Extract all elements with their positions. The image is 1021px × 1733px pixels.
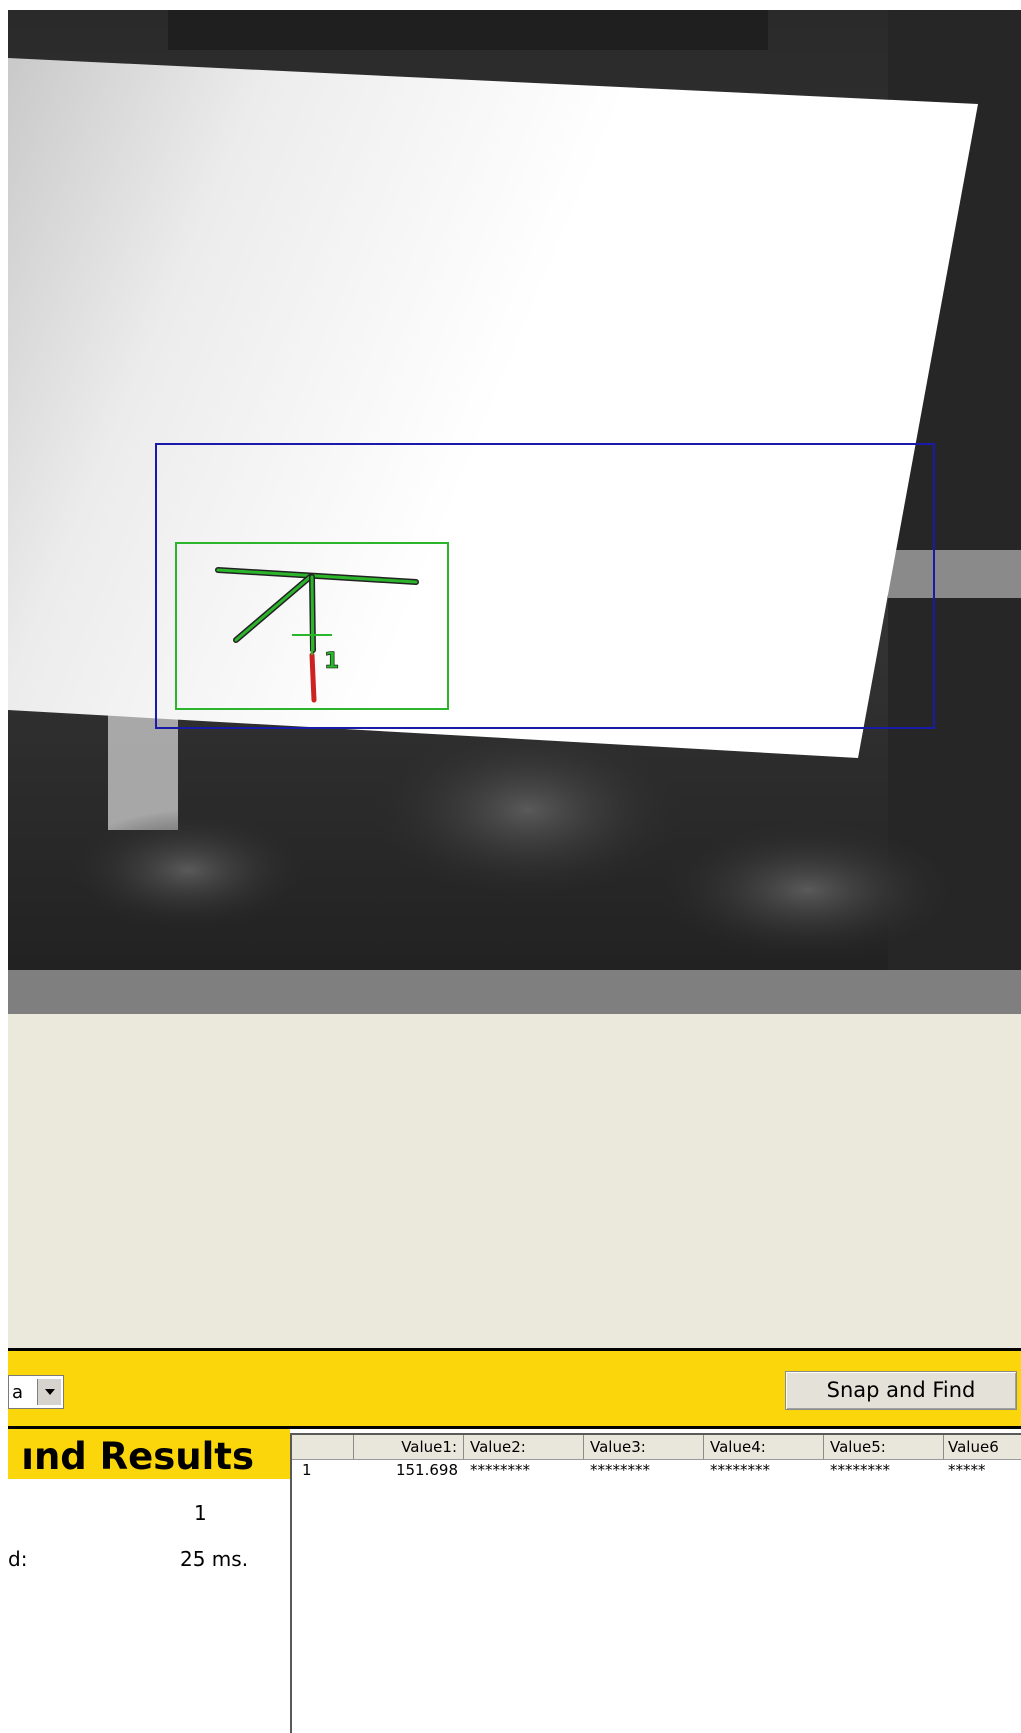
time-value: 25 ms. bbox=[180, 1547, 249, 1571]
results-title-bar: ınd Results bbox=[8, 1429, 290, 1479]
results-grid[interactable]: Value1: Value2: Value3: Value4: Value5: … bbox=[290, 1433, 1021, 1733]
camera-image-pane[interactable]: 1 bbox=[8, 10, 1021, 970]
grid-header: Value1: Value2: Value3: Value4: Value5: … bbox=[292, 1435, 1021, 1460]
background-blur-1 bbox=[68, 810, 308, 930]
grid-header-value2[interactable]: Value2: bbox=[464, 1435, 584, 1459]
grid-cell-value5: ******** bbox=[830, 1461, 890, 1479]
results-panel: ınd Results 1 d: 25 ms. bbox=[8, 1429, 290, 1733]
background-rod bbox=[888, 550, 1021, 598]
grid-cell-value3: ******** bbox=[590, 1461, 650, 1479]
grid-cell-value1: 151.698 bbox=[395, 1461, 458, 1479]
results-title: ınd Results bbox=[21, 1435, 254, 1478]
background-dark-band bbox=[168, 10, 768, 50]
image-status-bar bbox=[8, 970, 1021, 1014]
app-window: 1 a Snap and Find ınd Results 1 d: 25 ms… bbox=[0, 0, 1021, 1733]
grid-cell-value6: ***** bbox=[948, 1461, 986, 1479]
grid-header-corner[interactable] bbox=[292, 1435, 354, 1459]
time-label: d: bbox=[8, 1547, 28, 1571]
toolbar: a Snap and Find bbox=[8, 1348, 1021, 1429]
grid-header-value4[interactable]: Value4: bbox=[704, 1435, 824, 1459]
grid-cell-index: 1 bbox=[302, 1461, 312, 1479]
camera-image: 1 bbox=[8, 10, 1021, 970]
combo-select[interactable]: a bbox=[8, 1375, 64, 1409]
empty-panel bbox=[8, 1014, 1021, 1348]
grid-header-value6[interactable]: Value6 bbox=[944, 1435, 1021, 1459]
paper-card bbox=[8, 58, 978, 758]
count-value: 1 bbox=[194, 1501, 207, 1525]
grid-header-value1[interactable]: Value1: bbox=[354, 1435, 464, 1459]
match-index-label: 1 bbox=[324, 649, 339, 674]
grid-header-value3[interactable]: Value3: bbox=[584, 1435, 704, 1459]
snap-and-find-button[interactable]: Snap and Find bbox=[785, 1371, 1017, 1410]
background-blur-2 bbox=[368, 720, 688, 900]
background-blur-3 bbox=[658, 820, 958, 960]
grid-cell-value4: ******** bbox=[710, 1461, 770, 1479]
chevron-down-icon[interactable] bbox=[37, 1379, 61, 1405]
grid-header-value5[interactable]: Value5: bbox=[824, 1435, 944, 1459]
grid-cell-value2: ******** bbox=[470, 1461, 530, 1479]
combo-value: a bbox=[12, 1382, 24, 1403]
